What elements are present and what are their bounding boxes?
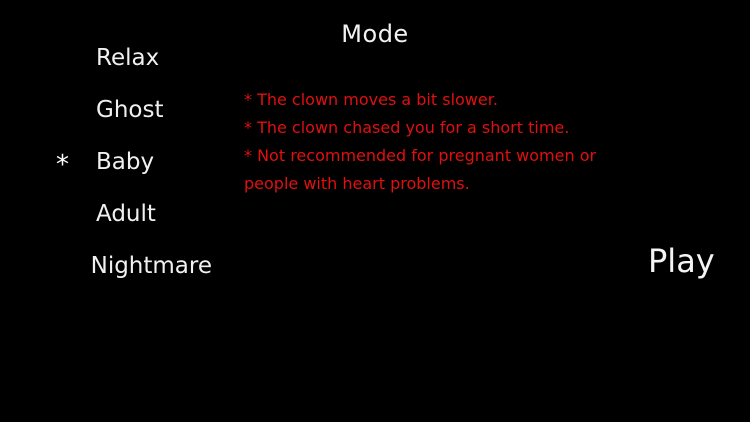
mode-item-baby[interactable]: * Baby xyxy=(52,136,212,188)
mode-select-screen: Mode Relax Ghost * Baby Adult Nightmare … xyxy=(0,0,750,422)
mode-label: Baby xyxy=(96,149,155,175)
mode-list: Relax Ghost * Baby Adult Nightmare xyxy=(52,32,212,292)
play-button[interactable]: Play xyxy=(648,242,715,280)
selection-marker xyxy=(52,211,96,217)
description-line: * The clown moves a bit slower. xyxy=(244,90,498,109)
description-line: * Not recommended for pregnant women or xyxy=(244,146,597,165)
mode-label: Nightmare xyxy=(90,253,212,279)
mode-item-ghost[interactable]: Ghost xyxy=(52,84,212,136)
mode-item-adult[interactable]: Adult xyxy=(52,188,212,240)
selection-marker xyxy=(52,107,96,113)
mode-item-nightmare[interactable]: Nightmare xyxy=(52,240,212,292)
screen-title: Mode xyxy=(341,20,409,48)
mode-item-relax[interactable]: Relax xyxy=(52,32,212,84)
selection-marker xyxy=(52,55,96,61)
description-line: people with heart problems. xyxy=(244,174,470,193)
mode-label: Adult xyxy=(96,201,156,227)
mode-label: Relax xyxy=(96,45,160,71)
mode-label: Ghost xyxy=(96,97,164,123)
description-line: * The clown chased you for a short time. xyxy=(244,118,570,137)
selection-marker xyxy=(52,263,91,269)
mode-description: * The clown moves a bit slower. * The cl… xyxy=(244,86,604,198)
selection-marker: * xyxy=(56,150,69,180)
